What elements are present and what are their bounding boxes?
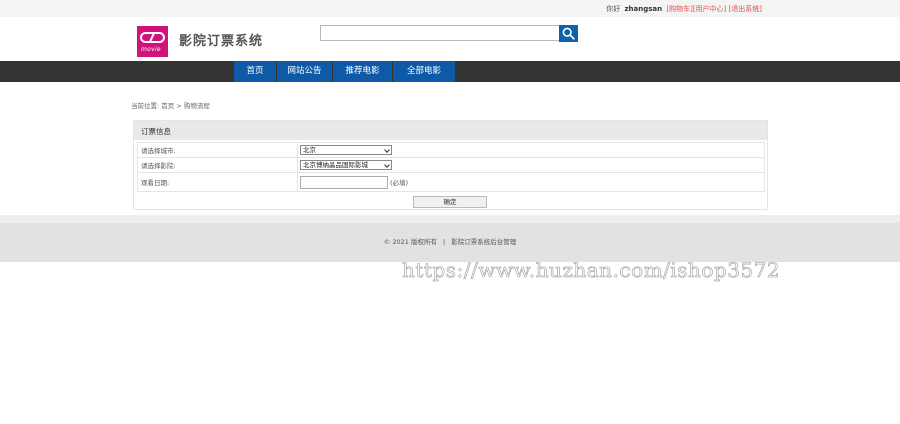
cinema-select[interactable]: 北京博纳晶品国际影城 — [300, 160, 392, 170]
logo-text: movie — [141, 46, 161, 53]
search-input[interactable] — [320, 25, 560, 41]
watermark-text: https://www.huzhan.com/ishop3572 — [402, 258, 781, 283]
city-select-value: 北京 — [303, 146, 316, 154]
breadcrumb: 当前位置: 首页 > 购物流程 — [131, 102, 210, 110]
header: movie 影院订票系统 — [0, 17, 900, 61]
date-label: 观看日期: — [137, 172, 298, 192]
panel-header: 订票信息 — [134, 121, 767, 140]
confirm-button[interactable]: 确定 — [413, 196, 487, 208]
chevron-down-icon — [384, 147, 390, 153]
admin-link[interactable]: 影院订票系统后台管理 — [451, 238, 516, 246]
nav-announcements[interactable]: 网站公告 — [277, 61, 332, 82]
username: zhangsan — [624, 5, 663, 13]
copyright-text: © 2021 版权所有 — [383, 238, 437, 246]
city-select[interactable]: 北京 — [300, 145, 392, 155]
date-input[interactable] — [300, 175, 388, 189]
footer-divider — [0, 215, 900, 223]
panel-title: 订票信息 — [141, 127, 171, 136]
main-nav: 首页 网站公告 推荐电影 全部电影 — [0, 61, 900, 82]
cinema-row: 请选择影院: 北京博纳晶品国际影城 — [137, 157, 765, 173]
top-bar: 你好 zhangsan [购物车][用户中心] [退出系统] — [0, 0, 900, 17]
cinema-label: 请选择影院: — [137, 157, 298, 173]
greeting-text: 你好 — [606, 5, 621, 13]
footer: © 2021 版权所有 | 影院订票系统后台管理 — [0, 223, 900, 262]
logout-link[interactable]: [退出系统] — [729, 5, 762, 13]
booking-form: 请选择城市: 北京 请选择影院: 北京博纳晶品国际影城 观看日期: (必填) — [137, 142, 765, 192]
required-note: (必填) — [390, 179, 409, 187]
cart-link[interactable]: [购物车] — [666, 5, 692, 13]
user-center-link[interactable]: [用户中心] — [693, 5, 726, 13]
city-label: 请选择城市: — [137, 142, 298, 158]
site-logo[interactable]: movie — [137, 26, 168, 57]
date-row: 观看日期: (必填) — [137, 172, 765, 192]
nav-recommended-movies[interactable]: 推荐电影 — [333, 61, 392, 82]
site-title: 影院订票系统 — [179, 34, 264, 49]
logo-infinity-icon — [140, 32, 165, 43]
search-button[interactable] — [559, 25, 578, 42]
nav-all-movies[interactable]: 全部电影 — [393, 61, 455, 82]
user-links: 你好 zhangsan [购物车][用户中心] [退出系统] — [606, 4, 762, 14]
footer-separator: | — [442, 238, 446, 246]
chevron-down-icon — [384, 162, 390, 168]
nav-home[interactable]: 首页 — [234, 61, 276, 82]
city-row: 请选择城市: 北京 — [137, 142, 765, 158]
cinema-select-value: 北京博纳晶品国际影城 — [303, 161, 368, 169]
search-icon — [562, 27, 575, 40]
booking-panel: 订票信息 请选择城市: 北京 请选择影院: 北京博纳晶品国际影城 观看日期: (… — [133, 120, 768, 210]
